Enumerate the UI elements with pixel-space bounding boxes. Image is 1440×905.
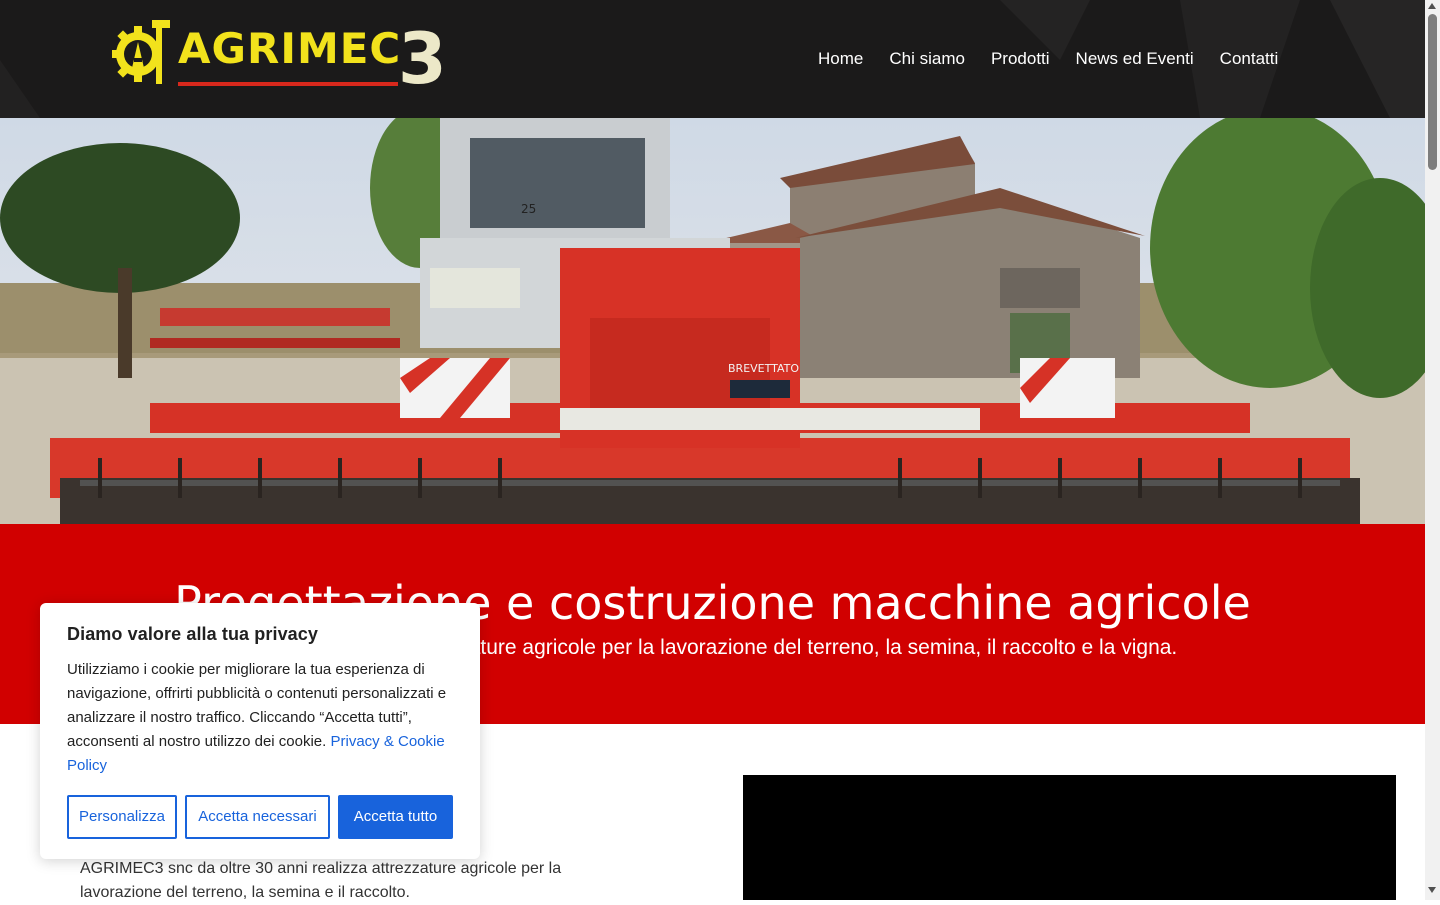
accept-necessary-button[interactable]: Accetta necessari (185, 795, 330, 839)
nav-item-chi-siamo[interactable]: Chi siamo (876, 46, 978, 72)
logo-underline (178, 82, 398, 86)
hero-photo: 25 BREVETTATO (0, 118, 1425, 524)
gear-icon (112, 20, 170, 84)
cookie-consent-dialog: Diamo valore alla tua privacy Utilizziam… (40, 603, 480, 859)
site-header: AGRIMEC 3 Home Chi siamo Prodotti News e… (0, 0, 1425, 118)
logo-wordmark: AGRIMEC (178, 24, 402, 73)
agrimec3-logo[interactable]: AGRIMEC 3 (112, 16, 452, 104)
scrollbar-thumb[interactable] (1428, 14, 1437, 170)
customize-button[interactable]: Personalizza (67, 795, 177, 839)
scroll-down-arrow-icon[interactable] (1428, 887, 1436, 893)
intro-paragraph: AGRIMEC3 snc da oltre 30 anni realizza a… (80, 860, 562, 901)
video-player[interactable] (743, 775, 1396, 900)
nav-item-home[interactable]: Home (805, 46, 876, 72)
hero-image: 25 BREVETTATO (0, 118, 1425, 524)
nav-item-contatti[interactable]: Contatti (1207, 46, 1292, 72)
accept-all-button[interactable]: Accetta tutto (338, 795, 453, 839)
logo-number: 3 (398, 18, 447, 100)
cookie-message: Utilizziamo i cookie per migliorare la t… (67, 658, 459, 778)
cookie-title: Diamo valore alla tua privacy (67, 624, 319, 644)
nav-item-news-eventi[interactable]: News ed Eventi (1063, 46, 1207, 72)
machine-label: BREVETTATO (728, 362, 799, 375)
scroll-up-arrow-icon[interactable] (1428, 3, 1436, 9)
main-nav: Home Chi siamo Prodotti News ed Eventi C… (805, 46, 1291, 72)
nav-item-prodotti[interactable]: Prodotti (978, 46, 1063, 72)
tractor-plate: 25 (521, 202, 536, 216)
